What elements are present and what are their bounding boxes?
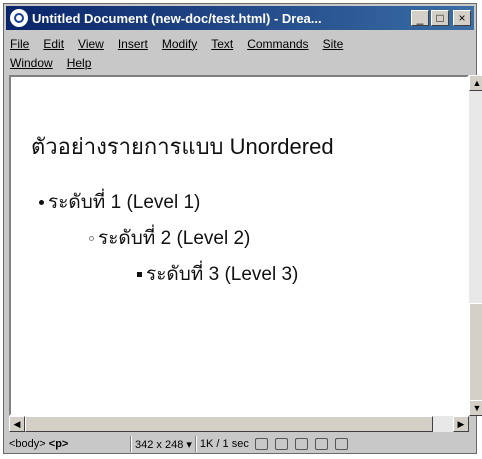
download-stats: 1K / 1 sec: [199, 438, 249, 450]
scroll-right-arrow-icon[interactable]: ▶: [453, 416, 469, 432]
tag-selector: <body> <p>: [9, 438, 127, 450]
vertical-scrollbar[interactable]: ▲ ▼: [469, 75, 482, 416]
assets-icon[interactable]: [274, 438, 288, 450]
maximize-button[interactable]: □: [431, 10, 449, 26]
menu-modify[interactable]: Modify: [162, 37, 197, 51]
minimize-button[interactable]: _: [411, 10, 429, 26]
html-styles-icon[interactable]: [294, 438, 308, 450]
menu-commands[interactable]: Commands: [247, 37, 308, 51]
list-item-level-3: ระดับที่ 3 (Level 3): [137, 259, 298, 289]
menu-site[interactable]: Site: [323, 37, 344, 51]
title-bar[interactable]: Untitled Document (new-doc/test.html) - …: [6, 6, 474, 30]
tag-body[interactable]: <body>: [9, 438, 46, 450]
behaviors-icon[interactable]: [314, 438, 328, 450]
menu-bar: File Edit View Insert Modify Text Comman…: [10, 34, 470, 72]
vertical-scroll-thumb[interactable]: [469, 303, 482, 401]
window-size-menu[interactable]: 342 x 248 ▾: [135, 438, 192, 451]
status-divider: [130, 436, 132, 452]
launcher-icons: [254, 438, 348, 450]
list-item-text: ระดับที่ 2 (Level 2): [98, 228, 251, 249]
scroll-down-arrow-icon[interactable]: ▼: [469, 400, 482, 416]
close-button[interactable]: ×: [453, 10, 471, 26]
status-divider: [194, 436, 197, 452]
application-window: Untitled Document (new-doc/test.html) - …: [3, 3, 482, 454]
square-bullet-icon: [137, 271, 142, 277]
disc-bullet-icon: [39, 199, 44, 205]
horizontal-scroll-thumb[interactable]: [25, 416, 433, 432]
dreamweaver-logo-icon: [10, 9, 28, 27]
scroll-left-arrow-icon[interactable]: ◀: [9, 416, 25, 432]
menu-window[interactable]: Window: [10, 56, 53, 70]
menu-text[interactable]: Text: [211, 37, 233, 51]
history-icon[interactable]: [334, 438, 348, 450]
document-editing-area[interactable]: ตัวอย่างรายการแบบ Unordered ระดับที่ 1 (…: [9, 75, 469, 416]
list-item-level-1: ระดับที่ 1 (Level 1): [39, 187, 200, 217]
window-title: Untitled Document (new-doc/test.html) - …: [32, 10, 322, 26]
document-heading: ตัวอย่างรายการแบบ Unordered: [31, 134, 334, 159]
menu-file[interactable]: File: [10, 37, 29, 51]
scroll-up-arrow-icon[interactable]: ▲: [469, 75, 482, 91]
site-window-icon[interactable]: [254, 438, 268, 450]
menu-help[interactable]: Help: [67, 56, 92, 70]
list-item-level-2: ระดับที่ 2 (Level 2): [89, 223, 250, 253]
menu-edit[interactable]: Edit: [43, 37, 64, 51]
circle-bullet-icon: [89, 235, 94, 241]
list-item-text: ระดับที่ 1 (Level 1): [48, 192, 201, 213]
menu-view[interactable]: View: [78, 37, 104, 51]
tag-p[interactable]: <p>: [49, 438, 69, 450]
list-item-text: ระดับที่ 3 (Level 3): [146, 264, 299, 285]
menu-insert[interactable]: Insert: [118, 37, 148, 51]
status-bar: <body> <p> 342 x 248 ▾ 1K / 1 sec: [9, 434, 470, 454]
horizontal-scrollbar[interactable]: ◀ ▶: [9, 416, 469, 432]
